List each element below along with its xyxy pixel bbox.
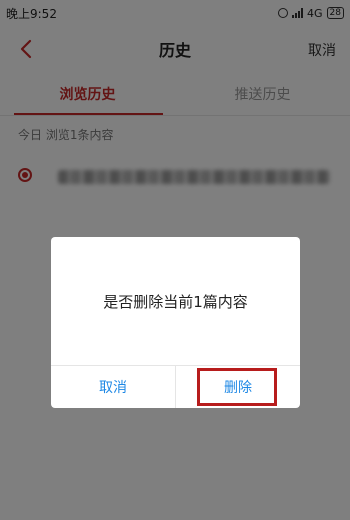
delete-highlight-box — [197, 368, 277, 406]
dialog-cancel-button[interactable]: 取消 — [51, 366, 175, 408]
delete-confirm-dialog: 是否删除当前1篇内容 取消 删除 — [51, 237, 300, 408]
dialog-message: 是否删除当前1篇内容 — [103, 292, 248, 311]
